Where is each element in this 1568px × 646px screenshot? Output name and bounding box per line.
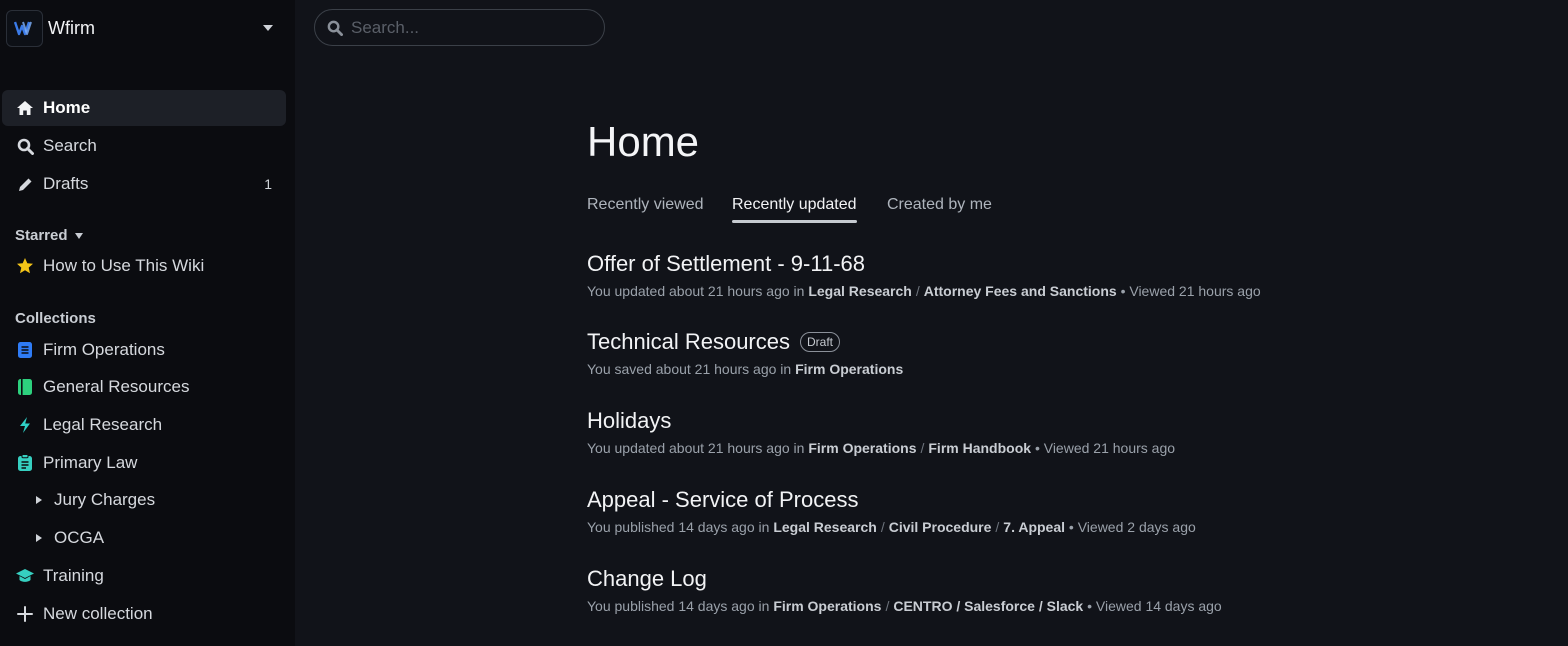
drafts-count-badge: 1 xyxy=(264,176,272,192)
graduation-cap-icon xyxy=(15,566,35,586)
document-title[interactable]: Change Log xyxy=(587,566,707,592)
sidebar-item-label: New collection xyxy=(43,604,153,623)
breadcrumb-collection[interactable]: Firm Operations xyxy=(808,440,916,456)
tab-recently-updated[interactable]: Recently updated xyxy=(732,196,857,223)
document-list-item[interactable]: Technical Resources Draft You saved abou… xyxy=(587,329,903,377)
sidebar-item-training[interactable]: Training xyxy=(2,558,286,594)
sidebar-item-firm-operations[interactable]: Firm Operations xyxy=(2,332,286,368)
tab-created-by-me[interactable]: Created by me xyxy=(887,196,992,222)
sidebar-item-primary-law[interactable]: Primary Law xyxy=(2,445,286,481)
pencil-icon xyxy=(15,174,35,194)
document-list-item[interactable]: Holidays You updated about 21 hours ago … xyxy=(587,408,1175,456)
document-action: You published 14 days ago in xyxy=(587,598,770,614)
document-meta: You updated about 21 hours ago in Firm O… xyxy=(587,440,1176,456)
breadcrumb-collection[interactable]: Legal Research xyxy=(773,519,877,535)
document-meta: You published 14 days ago in Legal Resea… xyxy=(587,519,1196,535)
sidebar-item-label: Legal Research xyxy=(43,415,163,434)
sidebar-item-general-resources[interactable]: General Resources xyxy=(2,369,286,405)
page-title: Home xyxy=(587,118,700,165)
new-collection-button[interactable]: New collection xyxy=(2,596,286,632)
sidebar-item-label: How to Use This Wiki xyxy=(43,256,205,275)
breadcrumb-document[interactable]: CENTRO / Salesforce / Slack xyxy=(893,598,1083,614)
document-list-item[interactable]: Appeal - Service of Process You publishe… xyxy=(587,487,1196,535)
document-list-item[interactable]: Offer of Settlement - 9-11-68 You update… xyxy=(587,251,1261,299)
sidebar-item-home[interactable]: Home xyxy=(2,90,286,126)
triangle-right-icon[interactable] xyxy=(32,490,46,510)
document-action: You updated about 21 hours ago in xyxy=(587,440,805,456)
search-icon xyxy=(15,136,35,156)
document-viewed-time: • Viewed 14 days ago xyxy=(1087,598,1222,614)
team-switcher[interactable]: Wfirm xyxy=(6,9,288,47)
sidebar-item-search[interactable]: Search xyxy=(2,128,286,164)
caret-down-icon xyxy=(74,232,83,239)
w-logo-icon xyxy=(13,21,32,36)
sidebar-item-label: Home xyxy=(43,98,91,117)
search-icon xyxy=(327,20,343,36)
sidebar-item-label: Search xyxy=(43,136,97,155)
sidebar-item-label: OCGA xyxy=(54,528,105,547)
sidebar-item-drafts[interactable]: Drafts 1 xyxy=(2,166,286,202)
sidebar-item-label: Primary Law xyxy=(43,453,138,472)
document-viewed-time: • Viewed 21 hours ago xyxy=(1034,440,1176,456)
breadcrumb-collection[interactable]: Firm Operations xyxy=(795,361,903,377)
document-title[interactable]: Appeal - Service of Process xyxy=(587,487,858,513)
plus-icon xyxy=(15,604,35,624)
draft-badge: Draft xyxy=(799,332,840,352)
sidebar-item-label: General Resources xyxy=(43,377,190,396)
document-title[interactable]: Offer of Settlement - 9-11-68 xyxy=(587,251,865,277)
sidebar-item-ocga[interactable]: OCGA xyxy=(2,520,286,556)
sidebar-item-jury-charges[interactable]: Jury Charges xyxy=(2,482,286,518)
app-window: Wfirm Home Search Drafts 1 Starred How t… xyxy=(0,0,1568,646)
document-title[interactable]: Technical Resources xyxy=(587,329,790,355)
sidebar-item-how-to-use-this-wiki[interactable]: How to Use This Wiki xyxy=(2,248,286,284)
collections-section-header: Collections xyxy=(15,310,96,327)
breadcrumb-collection[interactable]: Legal Research xyxy=(808,283,912,299)
tab-recently-viewed[interactable]: Recently viewed xyxy=(587,196,704,222)
document-action: You saved about 21 hours ago in xyxy=(587,361,792,377)
search-input[interactable] xyxy=(351,17,581,38)
starred-section-header[interactable]: Starred xyxy=(15,227,84,244)
team-logo xyxy=(6,9,43,47)
sidebar-item-label: Training xyxy=(43,566,104,585)
breadcrumb-document[interactable]: 7. Appeal xyxy=(1003,519,1065,535)
document-action: You published 14 days ago in xyxy=(587,519,770,535)
breadcrumb-collection[interactable]: Firm Operations xyxy=(773,598,881,614)
search-bar[interactable] xyxy=(314,9,605,46)
sidebar-item-label: Drafts xyxy=(43,174,89,193)
sidebar-item-legal-research[interactable]: Legal Research xyxy=(2,407,286,443)
document-viewed-time: • Viewed 21 hours ago xyxy=(1120,283,1261,299)
breadcrumb-document[interactable]: Firm Handbook xyxy=(928,440,1031,456)
sidebar: Wfirm Home Search Drafts 1 Starred How t… xyxy=(0,0,295,646)
breadcrumb-document[interactable]: Attorney Fees and Sanctions xyxy=(924,283,1117,299)
document-meta: You saved about 21 hours ago in Firm Ope… xyxy=(587,361,903,377)
document-title[interactable]: Holidays xyxy=(587,408,671,434)
document-list-item[interactable]: Change Log You published 14 days ago in … xyxy=(587,566,1222,614)
clipboard-icon xyxy=(15,453,35,473)
triangle-right-icon[interactable] xyxy=(32,528,46,548)
sidebar-item-label: Jury Charges xyxy=(54,490,156,509)
lightning-icon xyxy=(15,415,35,435)
section-label: Collections xyxy=(15,310,96,327)
sidebar-item-label: Firm Operations xyxy=(43,340,165,359)
team-name: Wfirm xyxy=(48,17,95,38)
document-meta: You published 14 days ago in Firm Operat… xyxy=(587,598,1222,614)
book-icon xyxy=(15,377,35,397)
home-icon xyxy=(15,98,35,118)
section-label: Starred xyxy=(15,227,68,244)
star-icon xyxy=(15,256,35,276)
document-icon xyxy=(15,340,35,360)
breadcrumb-document[interactable]: Civil Procedure xyxy=(889,519,992,535)
document-meta: You updated about 21 hours ago in Legal … xyxy=(587,283,1261,299)
document-viewed-time: • Viewed 2 days ago xyxy=(1068,519,1196,535)
caret-down-icon[interactable] xyxy=(262,23,274,33)
document-action: You updated about 21 hours ago in xyxy=(587,283,805,299)
